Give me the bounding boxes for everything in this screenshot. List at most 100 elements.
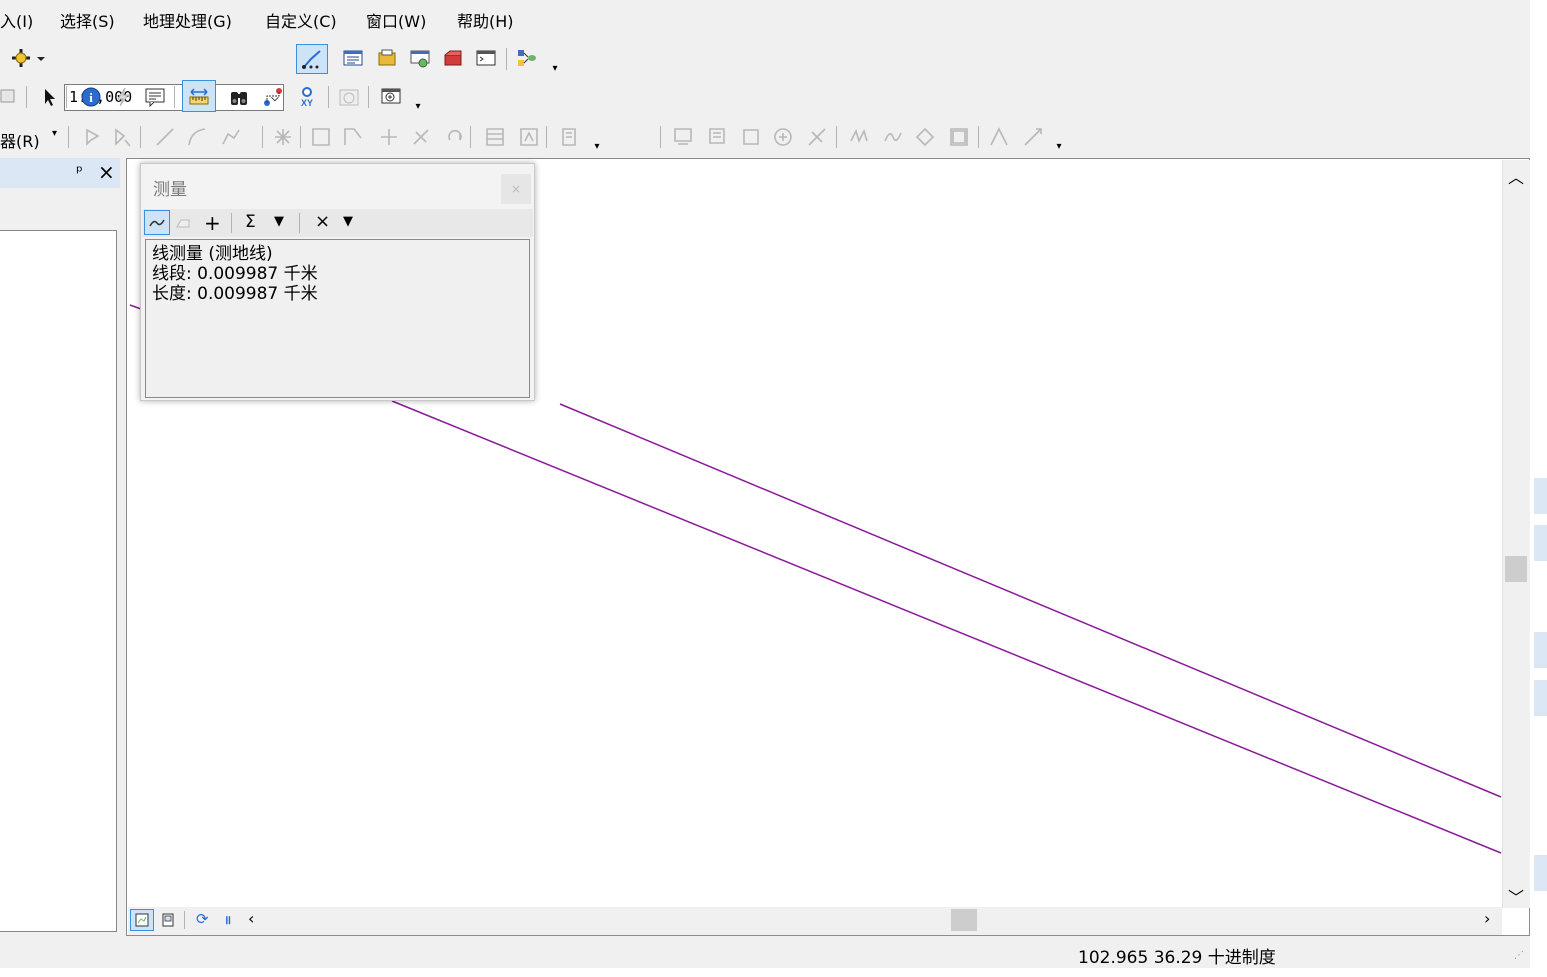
measure-area-icon[interactable] — [172, 212, 194, 234]
densify-icon[interactable] — [912, 124, 938, 150]
editor-toolbar-icon[interactable] — [296, 44, 328, 74]
separator — [506, 48, 507, 70]
total-length: 长度: 0.009987 千米 — [152, 284, 318, 304]
clear-icon[interactable]: × — [315, 211, 330, 232]
add-data-dropdown-icon[interactable] — [34, 45, 48, 71]
find-route-icon[interactable] — [260, 84, 286, 110]
create-features-icon[interactable] — [558, 124, 584, 150]
trim-icon[interactable] — [986, 124, 1012, 150]
model-builder-icon[interactable] — [514, 45, 540, 71]
html-popup-icon[interactable] — [142, 84, 168, 110]
desktop-background-bottom — [0, 968, 1530, 977]
separator — [231, 213, 232, 233]
sum-icon[interactable]: Σ — [245, 212, 256, 232]
generalize-icon[interactable] — [846, 124, 872, 150]
refresh-icon[interactable]: ⟳ — [196, 910, 209, 928]
hyperlink-icon[interactable] — [110, 84, 136, 110]
topology-edit-icon[interactable] — [738, 124, 764, 150]
data-view-icon[interactable] — [130, 909, 154, 931]
find-icon[interactable] — [226, 84, 252, 110]
show-shared-features-icon[interactable] — [770, 124, 796, 150]
separator — [26, 86, 27, 108]
go-to-xy-icon[interactable]: XY — [294, 84, 320, 110]
toolbar-overflow-icon[interactable]: ▾ — [413, 84, 423, 112]
catalog-icon[interactable] — [374, 45, 400, 71]
time-slider-icon[interactable] — [336, 84, 362, 110]
menu-windows[interactable]: 窗口(W) — [366, 8, 426, 32]
background-window-edge — [1534, 632, 1547, 668]
toolbar-overflow-icon[interactable]: ▾ — [1054, 124, 1064, 152]
measure-result-panel: 线测量 (测地线) 线段: 0.009987 千米 长度: 0.009987 千… — [145, 239, 530, 398]
add-data-icon[interactable] — [8, 45, 34, 71]
identify-icon[interactable]: i — [78, 84, 104, 110]
reshape-icon[interactable] — [340, 124, 366, 150]
map-topology-icon[interactable] — [704, 124, 730, 150]
editor-dropdown-icon[interactable]: ▾ — [52, 128, 57, 139]
menu-geoprocessing[interactable]: 地理处理(G) — [143, 8, 232, 32]
background-window-edge — [1534, 855, 1547, 891]
smooth-icon[interactable] — [880, 124, 906, 150]
align-edge-icon[interactable] — [804, 124, 830, 150]
pause-drawing-icon[interactable]: ॥ — [224, 911, 231, 928]
cursor-coordinates: 102.965 36.29 十进制度 — [1078, 948, 1276, 968]
menu-selection[interactable]: 选择(S) — [60, 8, 115, 32]
menu-insert[interactable]: 入(I) — [0, 8, 33, 32]
full-extent-icon[interactable] — [0, 83, 16, 109]
menu-help[interactable]: 帮助(H) — [457, 8, 514, 32]
select-elements-icon[interactable] — [36, 84, 62, 110]
measure-tool-icon[interactable] — [182, 80, 216, 112]
buffer-icon[interactable] — [946, 124, 972, 150]
scroll-left-icon[interactable]: ‹ — [248, 909, 254, 928]
separator — [660, 126, 661, 148]
menu-customize[interactable]: 自定义(C) — [265, 8, 337, 32]
svg-text:XY: XY — [301, 98, 313, 108]
table-of-contents-panel: ᵖ × — [0, 158, 120, 936]
edit-tool-icon[interactable] — [80, 124, 106, 150]
end-point-arc-icon[interactable] — [184, 124, 210, 150]
measure-line-icon[interactable] — [144, 210, 170, 235]
edit-vertices-icon[interactable] — [308, 124, 334, 150]
map-vertical-scrollbar[interactable]: ︿ ﹀ — [1502, 160, 1530, 908]
cut-polygons-icon[interactable] — [376, 124, 402, 150]
resize-grip-icon[interactable]: ⋰ — [1514, 950, 1524, 961]
table-of-contents-icon[interactable] — [340, 45, 366, 71]
arctoolbox-icon[interactable] — [440, 45, 466, 71]
rotate-icon[interactable] — [442, 124, 468, 150]
close-button[interactable]: × — [501, 174, 531, 204]
split-icon[interactable] — [408, 124, 434, 150]
close-icon[interactable]: × — [98, 160, 115, 184]
extend-icon[interactable] — [1020, 124, 1046, 150]
point-icon[interactable] — [270, 124, 296, 150]
attributes-icon[interactable] — [482, 124, 508, 150]
tools-toolbar: i XY ▾ — [0, 78, 1530, 116]
separator — [978, 126, 979, 148]
editor-menu[interactable]: 器(R) — [0, 128, 40, 152]
sketch-properties-icon[interactable] — [516, 124, 542, 150]
scroll-right-icon[interactable]: › — [1484, 909, 1490, 928]
magnifier-window-icon[interactable] — [378, 84, 404, 110]
edit-annotation-icon[interactable] — [110, 124, 136, 150]
topology-icon[interactable] — [670, 124, 696, 150]
units-dropdown-icon[interactable]: ▼ — [274, 214, 284, 229]
toolbar-overflow-icon[interactable]: ▾ — [550, 46, 560, 74]
python-window-icon[interactable] — [473, 45, 499, 71]
scroll-down-icon[interactable]: ﹀ — [1508, 884, 1524, 908]
background-window-edge — [1534, 525, 1547, 561]
scroll-up-icon[interactable]: ︿ — [1508, 164, 1524, 188]
straight-segment-icon[interactable] — [152, 124, 178, 150]
measure-feature-icon[interactable]: + — [204, 211, 221, 235]
layout-view-icon[interactable] — [158, 910, 178, 930]
toolbar-overflow-icon[interactable]: ▾ — [592, 124, 602, 152]
trace-icon[interactable] — [218, 124, 244, 150]
background-window-edge — [1534, 478, 1547, 514]
scroll-thumb[interactable] — [951, 909, 977, 931]
layer-list[interactable] — [0, 230, 117, 932]
search-window-icon[interactable] — [407, 45, 433, 71]
separator — [546, 126, 547, 148]
result-title: 线测量 (测地线) — [152, 244, 273, 264]
pin-icon[interactable]: ᵖ — [76, 162, 83, 181]
horizontal-scroll-track[interactable] — [268, 909, 1482, 933]
options-dropdown-icon[interactable]: ▼ — [343, 214, 353, 229]
separator — [470, 126, 471, 148]
scroll-thumb[interactable] — [1505, 556, 1527, 582]
